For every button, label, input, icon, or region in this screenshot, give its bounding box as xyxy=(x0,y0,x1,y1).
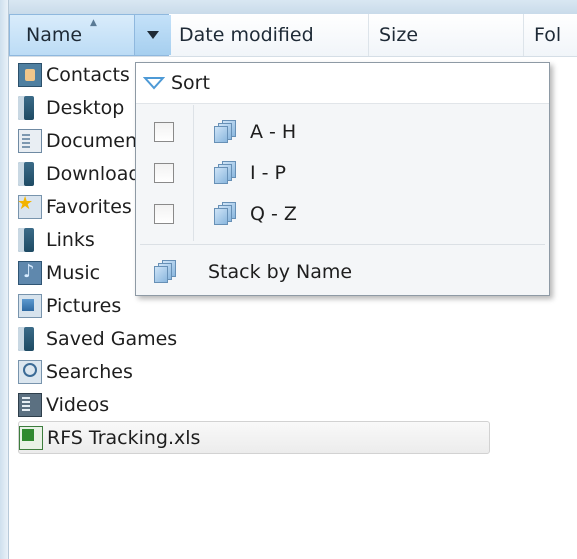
excel-file-icon xyxy=(19,425,43,450)
list-item-label: Videos xyxy=(46,393,110,416)
list-item-label: Searches xyxy=(46,360,133,383)
sort-ascending-icon: ▲ xyxy=(90,18,97,28)
chevron-down-icon xyxy=(147,31,159,39)
folder-icon xyxy=(18,161,34,186)
folder-icon xyxy=(18,227,34,252)
list-item[interactable]: Searches xyxy=(18,355,133,388)
pictures-icon xyxy=(18,293,42,318)
list-item-label: RFS Tracking.xls xyxy=(47,426,201,449)
list-item[interactable]: Favorites xyxy=(17,190,132,223)
filter-item-i-p[interactable]: I - P xyxy=(136,153,549,193)
list-item[interactable]: Pictures xyxy=(18,289,121,322)
videos-icon xyxy=(18,392,42,417)
sort-menu-item[interactable]: Sort xyxy=(136,63,549,104)
stack-by-name-label: Stack by Name xyxy=(208,261,353,283)
column-header-name-label: Name xyxy=(26,24,83,46)
column-header-date-label: Date modified xyxy=(179,24,314,46)
menu-separator xyxy=(140,244,545,245)
window-top-border xyxy=(0,0,577,15)
list-item-label: Links xyxy=(46,228,95,251)
filter-label-a-h: A - H xyxy=(250,121,297,143)
window-left-border xyxy=(0,0,9,559)
sort-triangle-icon xyxy=(143,77,165,90)
explorer-window: ▲ Name Date modified Size Fol Contacts D… xyxy=(0,0,577,559)
folder-icon xyxy=(18,95,34,120)
favorites-icon xyxy=(17,193,42,219)
list-item-label: Saved Games xyxy=(46,327,178,350)
column-filter-menu: Sort A - H I - P Q - Z Stack by Name xyxy=(135,62,550,296)
column-header-folder[interactable]: Fol xyxy=(524,14,577,56)
sort-label: Sort xyxy=(171,72,210,94)
contacts-icon xyxy=(18,62,42,87)
filter-checkbox-q-z[interactable] xyxy=(154,204,174,224)
folder-icon xyxy=(18,326,34,351)
list-item[interactable]: Links xyxy=(18,223,95,256)
list-item[interactable]: Videos xyxy=(18,388,109,421)
filter-item-q-z[interactable]: Q - Z xyxy=(136,194,549,234)
list-item[interactable]: Music xyxy=(18,256,100,289)
list-item-selected[interactable]: RFS Tracking.xls xyxy=(18,421,490,454)
list-item[interactable]: Documents xyxy=(18,124,154,157)
column-header-size-label: Size xyxy=(379,24,419,46)
filter-label-i-p: I - P xyxy=(250,162,286,184)
list-item[interactable]: Saved Games xyxy=(18,322,177,355)
filter-checkbox-i-p[interactable] xyxy=(154,163,174,183)
column-filter-dropdown-button[interactable] xyxy=(134,15,171,55)
document-folder-icon xyxy=(18,128,42,153)
column-header-date-modified[interactable]: Date modified xyxy=(169,14,369,56)
filter-label-q-z: Q - Z xyxy=(250,203,297,225)
filter-checkbox-a-h[interactable] xyxy=(154,122,174,142)
list-item-label: Music xyxy=(46,261,101,284)
list-item-label: Contacts xyxy=(46,63,130,86)
list-item[interactable]: Desktop xyxy=(18,91,124,124)
stack-icon xyxy=(154,260,178,284)
column-header-size[interactable]: Size xyxy=(369,14,524,56)
searches-icon xyxy=(18,359,42,384)
column-header-bar: ▲ Name Date modified Size Fol xyxy=(9,14,577,57)
list-item-label: Favorites xyxy=(46,195,132,218)
column-header-folder-label: Fol xyxy=(534,24,562,46)
column-header-name[interactable]: ▲ Name xyxy=(9,14,171,56)
stack-icon xyxy=(214,120,238,144)
music-icon xyxy=(18,260,42,285)
list-item-label: Pictures xyxy=(46,294,122,317)
list-item-label: Desktop xyxy=(46,96,125,119)
list-item[interactable]: Contacts xyxy=(18,58,130,91)
filter-item-a-h[interactable]: A - H xyxy=(136,112,549,152)
stack-by-name-item[interactable]: Stack by Name xyxy=(136,252,549,292)
list-item[interactable]: Downloads xyxy=(18,157,150,190)
stack-icon xyxy=(214,161,238,185)
stack-icon xyxy=(214,202,238,226)
